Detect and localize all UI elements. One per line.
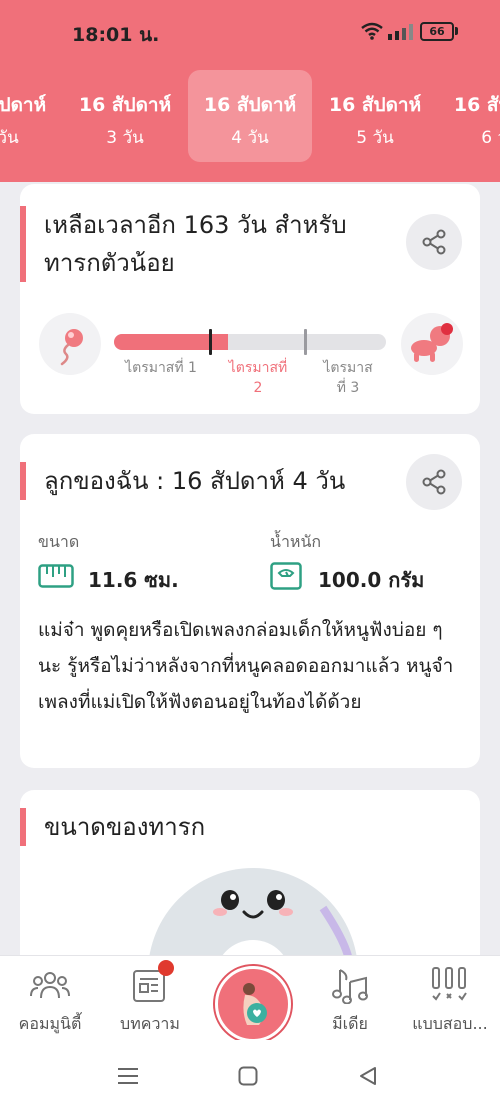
status-time: 18:01 น. (72, 24, 160, 46)
system-navigation-bar (0, 1040, 500, 1111)
pregnant-mother-icon (243, 983, 267, 1025)
size-label: ขนาด (38, 532, 80, 551)
day-tab-day: 5 วัน (356, 128, 394, 148)
size-value: 11.6 ซม. (88, 568, 179, 592)
baby-tip-text: แม่จ๋า พูดคุยหรือเปิดเพลงกล่อมเด็กให้หนู… (38, 619, 454, 713)
countdown-title: เหลือเวลาอีก 163 วัน สำหรับ ทารกตัวน้อย (20, 206, 347, 282)
trimester-label-line: 2 (253, 380, 263, 396)
recent-apps-icon[interactable] (118, 1067, 138, 1085)
week-day-selector[interactable]: 16 สัปดาห์ 2 วัน 16 สัปดาห์ 3 วัน 16 สัป… (0, 62, 500, 182)
trimester-1-label: ไตรมาสที่ 1 (118, 358, 204, 378)
baby-info-title: ลูกของฉัน : 16 สัปดาห์ 4 วัน (20, 462, 345, 500)
battery-tip (455, 27, 458, 35)
nav-label: บทความ (120, 1014, 180, 1033)
status-bar: 18:01 น. 66 (0, 0, 500, 62)
sperm-icon (39, 313, 101, 375)
home-icon[interactable] (238, 1066, 258, 1086)
share-button[interactable] (406, 454, 462, 510)
trimester-3-label: ไตรมาส ที่ 3 (310, 358, 386, 398)
scale-icon (270, 562, 302, 590)
share-icon (422, 229, 446, 255)
weight-label: น้ำหนัก (270, 532, 322, 551)
bottom-navigation: คอมมูนิตี้ บทความ มีเดีย แบบสอบ... (0, 955, 500, 1042)
size-comparison-illustration (149, 868, 357, 956)
day-tab-day: 6 วัน (481, 128, 500, 148)
trimester-2-label: ไตรมาสที่ 2 (218, 358, 298, 398)
share-button[interactable] (406, 214, 462, 270)
signal-icon (388, 24, 413, 40)
day-tab-week: 16 สัปดาห์ (78, 94, 172, 116)
back-icon[interactable] (358, 1066, 378, 1086)
weight-value: 100.0 กรัม (318, 568, 425, 592)
day-tab-selected[interactable]: 16 สัปดาห์ 4 วัน (188, 70, 312, 162)
day-tab-week: 16 สัปดาห์ (328, 94, 422, 116)
notification-dot (158, 960, 174, 976)
share-icon (422, 469, 446, 495)
music-note-icon (332, 969, 368, 1004)
center-button[interactable] (215, 966, 291, 1042)
trimester-label-line: ไตรมาสที่ (228, 360, 288, 376)
wifi-icon (361, 22, 383, 40)
day-tab-day: 4 วัน (231, 128, 269, 148)
crawling-baby-icon (401, 313, 463, 375)
nav-label: แบบสอบ... (412, 1014, 488, 1033)
quiz-icon (432, 967, 467, 1001)
community-icon (30, 972, 70, 999)
day-tab[interactable]: 16 สัปดาห์ 2 วัน (0, 70, 62, 162)
current-position-marker (209, 329, 212, 355)
trimester-divider (304, 329, 307, 355)
trimester-label-line: ที่ 3 (336, 380, 360, 396)
trimester-label-line: ไตรมาสที่ 1 (125, 360, 197, 376)
ruler-icon (38, 564, 74, 588)
day-tab-week: 16 สัปดาห์ (453, 94, 500, 116)
day-tab-week: 16 สัปดาห์ (203, 94, 297, 116)
baby-size-title: ขนาดของทารก (20, 808, 205, 846)
battery-indicator: 66 (420, 22, 454, 41)
nav-label: คอมมูนิตี้ (18, 1014, 82, 1033)
day-tab-week: 16 สัปดาห์ (0, 94, 47, 116)
day-tab[interactable]: 16 สัปดาห์ 5 วัน (313, 70, 437, 162)
trimester-label-line: ไตรมาส (323, 360, 373, 376)
countdown-title-line2: ทารกตัวน้อย (44, 249, 175, 277)
day-tab-day: 2 วัน (0, 128, 19, 148)
pregnancy-progress-bar (114, 329, 386, 355)
app-header: 18:01 น. 66 16 สัปดาห์ 2 วัน 16 สัปดาห์ … (0, 0, 500, 182)
day-tab[interactable]: 16 สัปดาห์ 6 วัน (438, 70, 500, 162)
countdown-title-line1: เหลือเวลาอีก 163 วัน สำหรับ (44, 211, 347, 239)
nav-label: มีเดีย (332, 1014, 368, 1033)
day-tab[interactable]: 16 สัปดาห์ 3 วัน (63, 70, 187, 162)
day-tab-day: 3 วัน (106, 128, 144, 148)
